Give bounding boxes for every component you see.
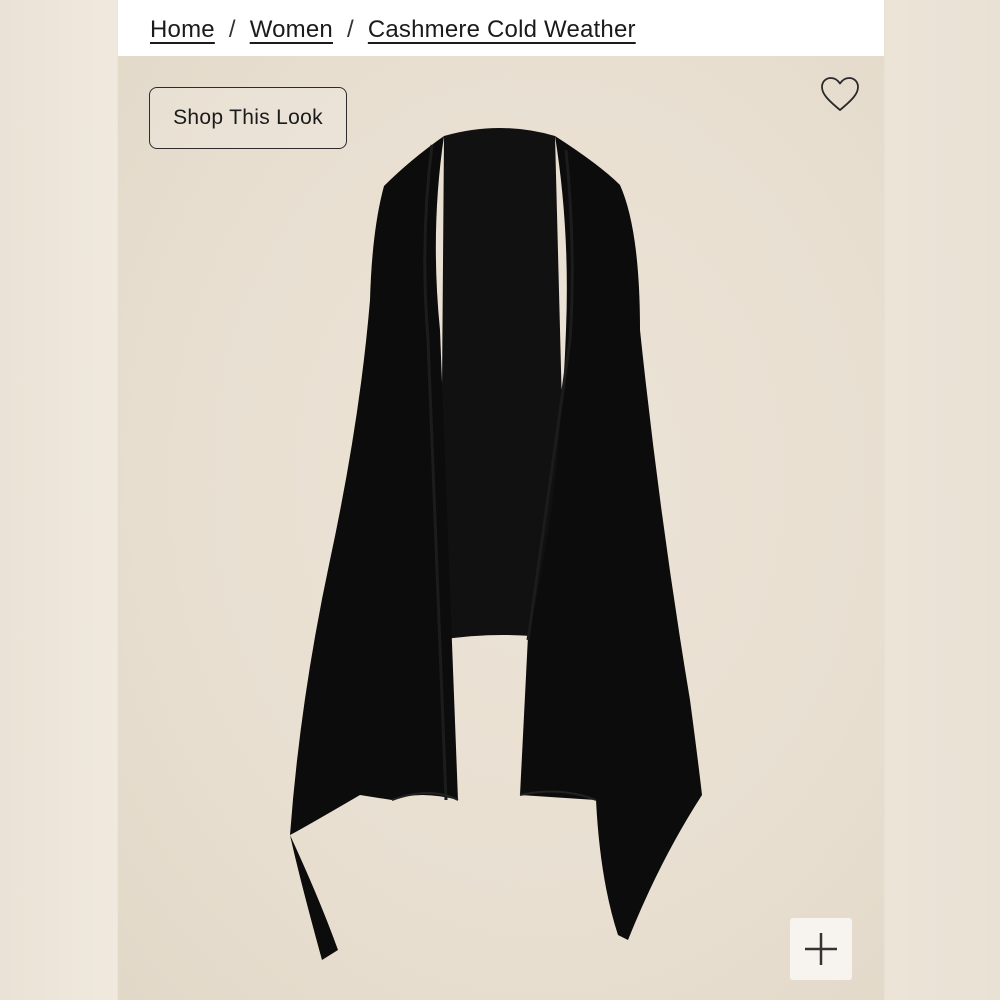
breadcrumb-cashmere-cold-weather[interactable]: Cashmere Cold Weather (368, 16, 636, 44)
shop-this-look-button[interactable]: Shop This Look (149, 87, 347, 149)
breadcrumb-separator: / (346, 16, 354, 43)
zoom-button[interactable] (790, 918, 852, 980)
breadcrumb-women[interactable]: Women (250, 16, 333, 44)
breadcrumb-separator: / (228, 16, 236, 43)
heart-outline-icon (821, 77, 859, 111)
favorite-button[interactable] (818, 74, 862, 114)
breadcrumb-home[interactable]: Home (150, 16, 215, 44)
plus-icon (805, 933, 837, 965)
product-image[interactable] (118, 56, 884, 1000)
breadcrumb: Home / Women / Cashmere Cold Weather (150, 10, 636, 50)
wrap-left-panel (290, 136, 458, 960)
cashmere-wrap-illustration (290, 128, 702, 960)
